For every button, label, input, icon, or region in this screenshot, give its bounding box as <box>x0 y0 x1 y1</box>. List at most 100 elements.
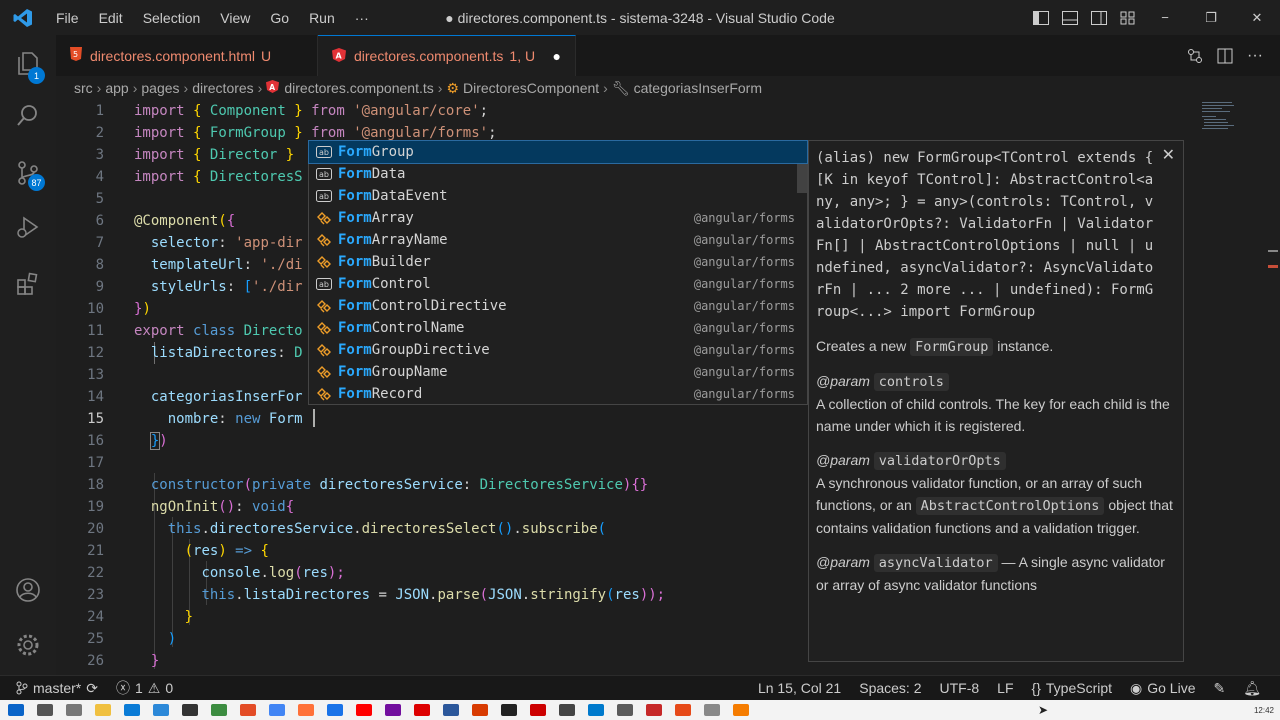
breadcrumb-directores[interactable]: directores <box>192 80 253 96</box>
app-icon[interactable] <box>472 704 488 716</box>
encoding[interactable]: UTF-8 <box>931 680 989 696</box>
start-icon[interactable] <box>8 704 24 716</box>
notifications-bell-icon[interactable]: 🔔︎ <box>1234 680 1270 697</box>
go-live[interactable]: ◉ Go Live <box>1121 680 1204 697</box>
extensions-icon[interactable] <box>0 260 56 308</box>
source-control-icon[interactable]: 87 <box>0 149 56 197</box>
suggestion-item[interactable]: FormGroupDirective @angular/forms <box>309 339 807 361</box>
close-window-button[interactable]: ✕ <box>1234 10 1280 26</box>
restore-button[interactable]: ❐ <box>1188 10 1234 26</box>
app-icon[interactable] <box>501 704 517 716</box>
minimize-button[interactable]: − <box>1142 10 1188 25</box>
suggestion-item[interactable]: ab FormControl @angular/forms <box>309 273 807 295</box>
suggestion-item[interactable]: FormRecord @angular/forms <box>309 383 807 405</box>
toggle-secondary-sidebar-icon[interactable] <box>1084 10 1113 25</box>
symbol-class-icon <box>315 299 333 313</box>
customize-layout-icon[interactable] <box>1113 11 1142 25</box>
app-icon[interactable] <box>182 704 198 716</box>
tab-directores-component-html[interactable]: 5 directores.component.html U <box>56 35 318 76</box>
breadcrumb-app[interactable]: app <box>105 80 128 96</box>
suggestion-source: @angular/forms <box>693 321 795 335</box>
indentation[interactable]: Spaces: 2 <box>850 680 930 696</box>
menu-go[interactable]: Go <box>260 10 299 26</box>
suggestion-item[interactable]: FormControlDirective @angular/forms <box>309 295 807 317</box>
problems-status[interactable]: ⓧ 1 ⚠ 0 <box>107 678 182 698</box>
menu-edit[interactable]: Edit <box>89 10 133 26</box>
app-icon[interactable] <box>95 704 111 716</box>
suggestion-item[interactable]: FormBuilder @angular/forms <box>309 251 807 273</box>
app-icon[interactable] <box>385 704 401 716</box>
more-actions-icon[interactable]: ··· <box>1240 47 1270 65</box>
suggestion-item[interactable]: FormArrayName @angular/forms <box>309 229 807 251</box>
angular-icon: A <box>266 80 280 96</box>
end-of-line[interactable]: LF <box>988 680 1022 696</box>
branch-status[interactable]: master* ⟳ <box>0 680 107 697</box>
suggestion-source: @angular/forms <box>693 255 795 269</box>
breadcrumb-class[interactable]: DirectoresComponent <box>463 80 599 96</box>
app-icon[interactable] <box>675 704 691 716</box>
toggle-panel-icon[interactable] <box>1055 10 1084 25</box>
suggestion-item[interactable]: ab FormGroup <box>308 140 808 164</box>
account-icon[interactable] <box>0 566 56 614</box>
breadcrumb-property[interactable]: categoriasInserForm <box>634 80 762 96</box>
vscode-taskbar-icon[interactable] <box>588 704 604 716</box>
suggestion-item[interactable]: FormControlName @angular/forms <box>309 317 807 339</box>
tab-directores-component-ts[interactable]: A directores.component.ts 1, U ● <box>318 35 576 76</box>
feedback-icon[interactable]: ✎ <box>1204 680 1234 697</box>
youtube-icon[interactable] <box>356 704 372 716</box>
search-taskbar-icon[interactable] <box>37 704 53 716</box>
app-icon[interactable] <box>733 704 749 716</box>
split-editor-icon[interactable] <box>1210 48 1240 64</box>
app-icon[interactable] <box>327 704 343 716</box>
suggestion-label: FormRecord <box>338 386 423 402</box>
symbol-class-icon <box>315 211 333 225</box>
firefox-icon[interactable] <box>298 704 314 716</box>
app-icon[interactable] <box>646 704 662 716</box>
breadcrumb-file[interactable]: directores.component.ts <box>284 80 433 96</box>
word-icon[interactable] <box>443 704 459 716</box>
app-icon[interactable] <box>124 704 140 716</box>
app-icon[interactable] <box>559 704 575 716</box>
menu-more[interactable]: ··· <box>345 10 379 26</box>
editor-scrollbar[interactable] <box>1266 100 1280 675</box>
tab-modified-indicator: U <box>260 47 272 64</box>
explorer-badge: 1 <box>28 67 45 84</box>
menu-file[interactable]: File <box>46 10 89 26</box>
search-icon[interactable] <box>0 92 56 140</box>
toggle-primary-sidebar-icon[interactable] <box>1026 10 1055 25</box>
app-icon[interactable] <box>240 704 256 716</box>
suggestion-item[interactable]: FormGroupName @angular/forms <box>309 361 807 383</box>
app-icon[interactable] <box>617 704 633 716</box>
menu-view[interactable]: View <box>210 10 260 26</box>
app-icon[interactable] <box>153 704 169 716</box>
settings-gear-icon[interactable] <box>0 621 56 669</box>
app-icon[interactable] <box>530 704 546 716</box>
run-debug-icon[interactable] <box>0 203 56 251</box>
app-icon[interactable] <box>414 704 430 716</box>
breadcrumb-src[interactable]: src <box>74 80 93 96</box>
chrome-icon[interactable] <box>269 704 285 716</box>
suggestion-item[interactable]: ab FormDataEvent <box>309 185 807 207</box>
close-icon[interactable]: ✕ <box>1162 145 1175 165</box>
property-wrench-icon: 🔧︎ <box>611 79 630 96</box>
clock[interactable]: 12:42 <box>1254 706 1274 715</box>
menu-run[interactable]: Run <box>299 10 345 26</box>
type-signature: (alias) new FormGroup<TControl extends {… <box>816 150 1154 320</box>
unsaved-dot-icon[interactable]: ● <box>553 48 561 64</box>
taskview-icon[interactable] <box>66 704 82 716</box>
suggestion-item[interactable]: ab FormData <box>309 163 807 185</box>
language-mode[interactable]: {} TypeScript <box>1023 680 1122 696</box>
mouse-pointer-icon: ➤ <box>1038 703 1049 717</box>
param-validatororopts: @param validatorOrOpts A synchronous vali… <box>816 452 1173 536</box>
suggestion-item[interactable]: FormArray @angular/forms <box>309 207 807 229</box>
app-icon[interactable] <box>211 704 227 716</box>
compare-changes-icon[interactable] <box>1180 48 1210 64</box>
explorer-icon[interactable]: 1 <box>0 39 56 87</box>
suggestion-label: FormControlDirective <box>338 298 507 314</box>
breadcrumb-pages[interactable]: pages <box>141 80 179 96</box>
cursor-position[interactable]: Ln 15, Col 21 <box>749 680 850 696</box>
app-icon[interactable] <box>704 704 720 716</box>
menu-selection[interactable]: Selection <box>133 10 211 26</box>
sync-icon[interactable]: ⟳ <box>86 680 98 697</box>
minimap[interactable] <box>1196 100 1266 160</box>
